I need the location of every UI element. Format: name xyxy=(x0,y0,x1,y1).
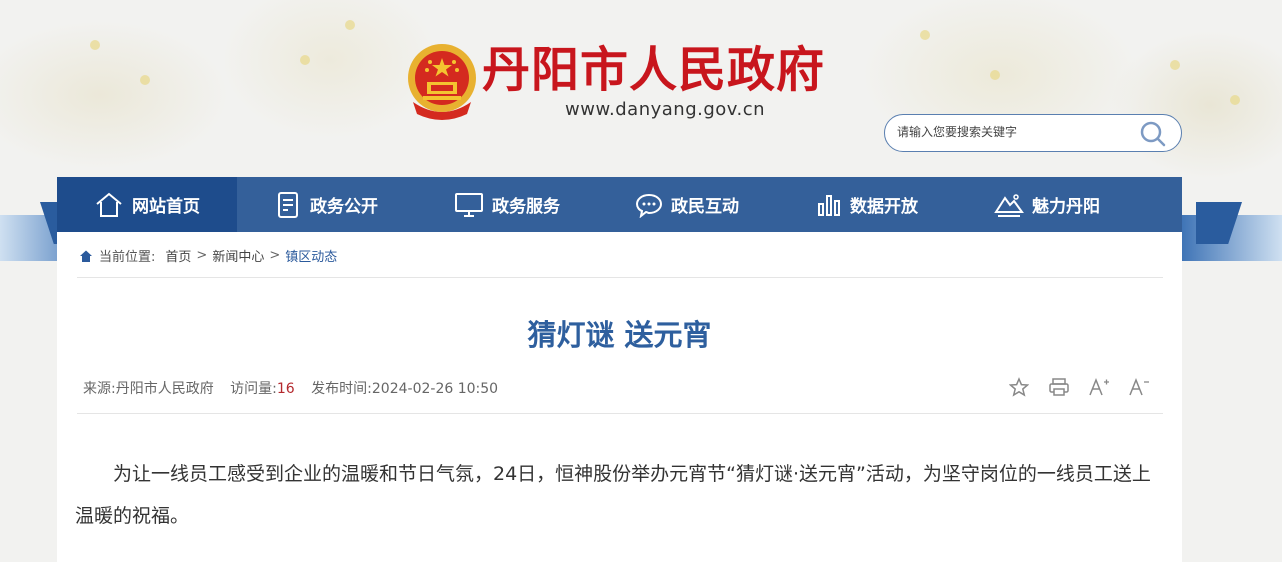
article-meta: 来源:丹阳市人民政府 访问量:16 发布时间:2024-02-26 10:50 xyxy=(83,378,510,398)
nav-item-label: 数据开放 xyxy=(850,197,918,217)
landscape-icon xyxy=(994,193,1024,217)
home-icon xyxy=(96,192,122,217)
nav-item-label: 政民互动 xyxy=(671,197,739,217)
bar-chart-icon xyxy=(818,194,840,216)
nav-item-charm-danyang[interactable]: 魅力丹阳 xyxy=(957,177,1137,232)
nav-item-home[interactable]: 网站首页 xyxy=(57,177,237,232)
breadcrumb-separator: > xyxy=(269,248,281,263)
nav-item-label: 魅力丹阳 xyxy=(1032,197,1100,217)
source-value: 丹阳市人民政府 xyxy=(115,381,214,397)
search-icon[interactable] xyxy=(1139,120,1167,148)
breadcrumb-separator: > xyxy=(196,248,208,263)
main-nav: 网站首页 政务公开 政务服务 政民互动 数据开放 魅力丹阳 xyxy=(57,177,1182,232)
publish-label: 发布时间: xyxy=(311,381,372,397)
font-decrease-icon[interactable] xyxy=(1126,375,1152,399)
source-info: 来源:丹阳市人民政府 xyxy=(83,381,214,397)
article-body-paragraph: 为让一线员工感受到企业的温暖和节日气氛，24日，恒神股份举办元宵节“猜灯谜·送元… xyxy=(75,463,1151,527)
document-icon xyxy=(278,191,298,218)
nav-item-label: 政务服务 xyxy=(492,197,560,217)
favorite-star-icon[interactable] xyxy=(1006,375,1032,399)
search-box xyxy=(884,114,1182,152)
nav-item-label: 政务公开 xyxy=(310,197,378,217)
views-count: 16 xyxy=(276,381,295,397)
site-title[interactable]: 丹阳市人民政府 xyxy=(482,40,825,100)
nav-item-gov-affairs-public[interactable]: 政务公开 xyxy=(237,177,417,232)
site-url: www.danyang.gov.cn xyxy=(565,99,766,120)
breadcrumb: 当前位置: 首页 > 新闻中心 > 镇区动态 xyxy=(79,246,337,265)
home-icon xyxy=(80,250,92,262)
article-tools xyxy=(1006,375,1152,399)
divider xyxy=(77,277,1163,278)
font-increase-icon[interactable] xyxy=(1086,375,1112,399)
nav-item-gov-services[interactable]: 政务服务 xyxy=(417,177,597,232)
breadcrumb-town-news[interactable]: 镇区动态 xyxy=(285,246,337,265)
print-icon[interactable] xyxy=(1046,375,1072,399)
views-label: 访问量: xyxy=(230,381,277,397)
breadcrumb-home[interactable]: 首页 xyxy=(165,246,191,265)
breadcrumb-prefix: 当前位置: xyxy=(99,250,156,265)
nav-item-label: 网站首页 xyxy=(132,197,200,217)
divider xyxy=(77,413,1163,414)
article-card: 当前位置: 首页 > 新闻中心 > 镇区动态 猜灯谜 送元宵 来源:丹阳市人民政… xyxy=(57,232,1182,562)
source-label: 来源: xyxy=(83,381,116,397)
publish-time: 2024-02-26 10:50 xyxy=(371,381,499,397)
article-title: 猜灯谜 送元宵 xyxy=(527,318,712,352)
breadcrumb-news-center[interactable]: 新闻中心 xyxy=(212,246,264,265)
monitor-icon xyxy=(455,192,483,217)
chat-icon xyxy=(635,193,663,218)
search-input[interactable] xyxy=(895,124,1129,140)
national-emblem[interactable] xyxy=(405,40,479,120)
views-info: 访问量:16 xyxy=(230,381,295,397)
nav-item-interaction[interactable]: 政民互动 xyxy=(597,177,777,232)
nav-item-open-data[interactable]: 数据开放 xyxy=(777,177,957,232)
emblem-icon xyxy=(408,44,476,120)
publish-info: 发布时间:2024-02-26 10:50 xyxy=(311,381,498,397)
